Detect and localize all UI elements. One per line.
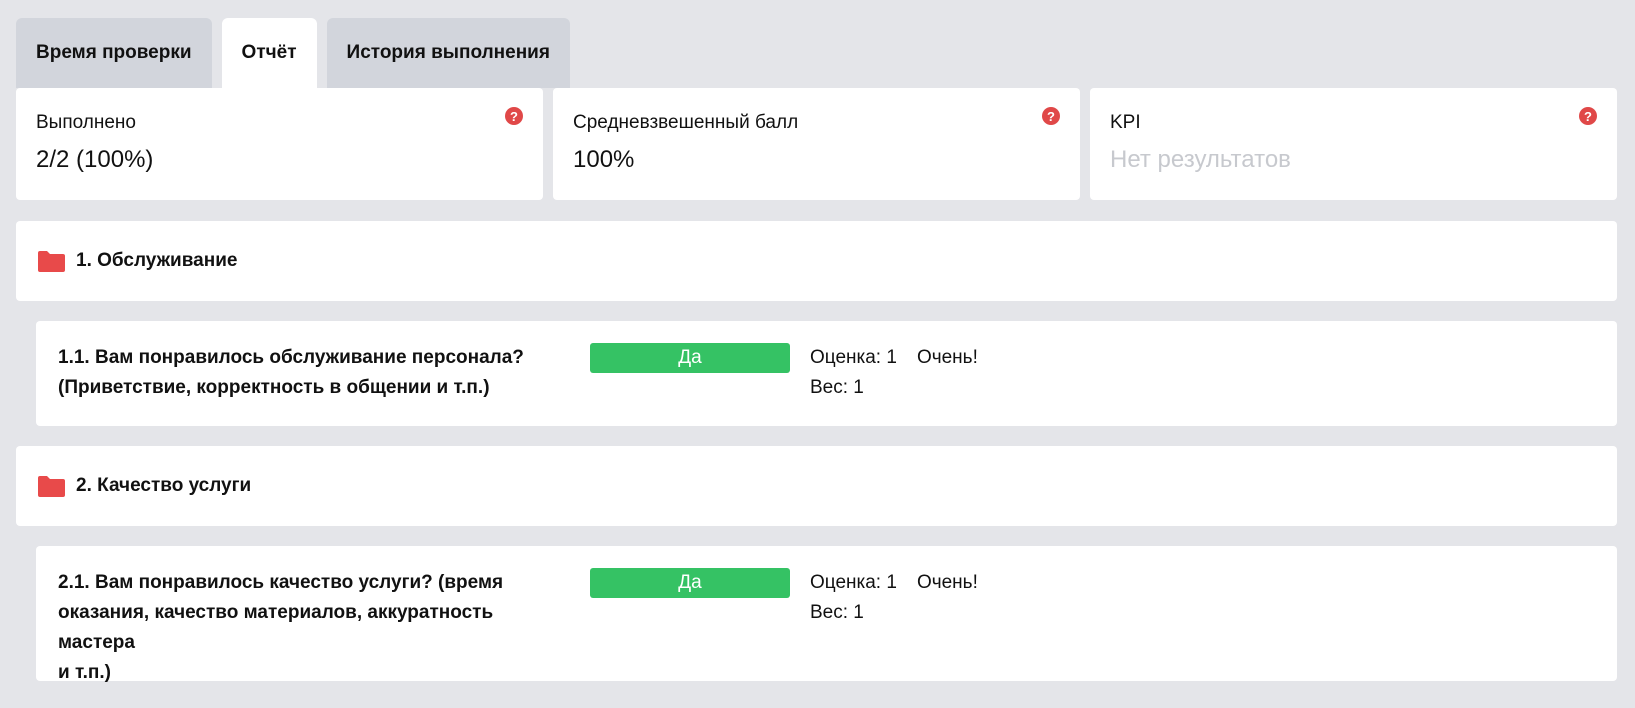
tab-report[interactable]: Отчёт bbox=[221, 18, 317, 88]
stat-card-weighted-score: Средневзвешенный балл 100% ? bbox=[553, 88, 1080, 200]
question-card: 2.1. Вам понравилось качество услуги? (в… bbox=[36, 546, 1617, 683]
tab-bar: Время проверки Отчёт История выполнения bbox=[16, 18, 570, 88]
stat-card-completed: Выполнено 2/2 (100%) ? bbox=[16, 88, 543, 200]
question-icon[interactable]: ? bbox=[1042, 107, 1060, 125]
question-icon[interactable]: ? bbox=[1579, 107, 1597, 125]
tab-label: История выполнения bbox=[346, 42, 550, 63]
question-text-line: 1.1. Вам понравилось обслуживание персон… bbox=[58, 347, 524, 368]
stat-value: 100% bbox=[573, 146, 635, 173]
stat-label: KPI bbox=[1110, 112, 1141, 133]
score-comment: Очень! bbox=[916, 572, 978, 593]
answer-badge: Да bbox=[590, 343, 790, 373]
question-text-line: 2.1. Вам понравилось качество услуги? (в… bbox=[58, 572, 504, 593]
tab-check-time[interactable]: Время проверки bbox=[16, 18, 212, 88]
tab-label: Время проверки bbox=[36, 42, 192, 63]
section-title: 1. Обслуживание bbox=[76, 250, 238, 271]
answer-meta: Оценка: 1 Очень! Вес: 1 bbox=[810, 343, 978, 403]
question-text-line: (Приветствие, корректность в общении и т… bbox=[58, 377, 490, 398]
tab-label: Отчёт bbox=[241, 42, 297, 63]
question-text-line: и т.п.) bbox=[58, 662, 111, 683]
stat-value-empty: Нет результатов bbox=[1110, 146, 1291, 173]
weight-label: Вес: 1 bbox=[810, 377, 864, 398]
score-label: Оценка: 1 bbox=[810, 347, 897, 368]
stat-label: Средневзвешенный балл bbox=[573, 112, 799, 133]
question-text-line: оказания, качество материалов, аккуратно… bbox=[58, 602, 494, 653]
answer-meta: Оценка: 1 Очень! Вес: 1 bbox=[810, 568, 978, 628]
folder-icon bbox=[38, 250, 65, 272]
stat-label: Выполнено bbox=[36, 112, 136, 133]
question-text: 2.1. Вам понравилось качество услуги? (в… bbox=[58, 568, 558, 688]
weight-label: Вес: 1 bbox=[810, 602, 864, 623]
question-icon[interactable]: ? bbox=[505, 107, 523, 125]
question-card: 1.1. Вам понравилось обслуживание персон… bbox=[36, 321, 1617, 426]
score-label: Оценка: 1 bbox=[810, 572, 897, 593]
question-text: 1.1. Вам понравилось обслуживание персон… bbox=[58, 343, 558, 403]
section-header-service-quality[interactable]: 2. Качество услуги bbox=[16, 446, 1617, 526]
score-comment: Очень! bbox=[916, 347, 978, 368]
stat-value: 2/2 (100%) bbox=[36, 146, 154, 173]
stats-row: Выполнено 2/2 (100%) ? Средневзвешенный … bbox=[16, 88, 1617, 200]
report-page: Время проверки Отчёт История выполнения … bbox=[0, 0, 1635, 708]
stat-card-kpi: KPI Нет результатов ? bbox=[1090, 88, 1617, 200]
section-header-service[interactable]: 1. Обслуживание bbox=[16, 221, 1617, 301]
answer-badge: Да bbox=[590, 568, 790, 598]
folder-icon bbox=[38, 475, 65, 497]
tab-execution-history[interactable]: История выполнения bbox=[326, 18, 570, 88]
section-title: 2. Качество услуги bbox=[76, 475, 252, 496]
